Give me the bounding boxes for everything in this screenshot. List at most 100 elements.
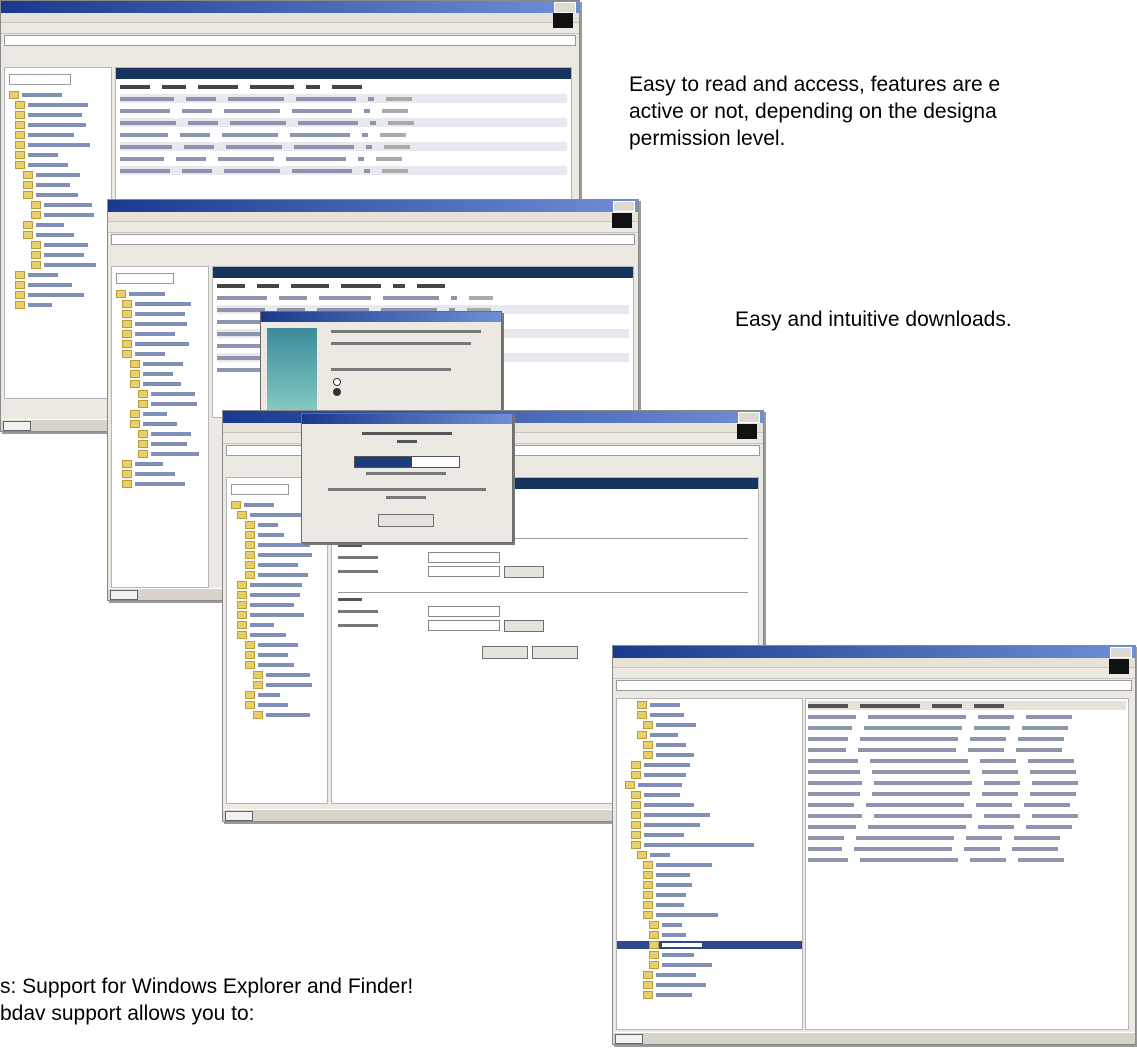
start-button[interactable] [3, 421, 31, 431]
file-path-field[interactable] [428, 566, 500, 577]
table-row[interactable] [120, 106, 567, 115]
browse-button[interactable] [504, 620, 544, 632]
search-input[interactable] [116, 273, 174, 284]
menu-bar[interactable] [108, 212, 638, 222]
search-input[interactable] [9, 74, 71, 85]
folder-icon[interactable] [631, 841, 641, 849]
search-input[interactable] [231, 484, 289, 495]
folder-icon[interactable] [643, 971, 653, 979]
folder-icon[interactable] [237, 601, 247, 609]
folder-icon[interactable] [245, 661, 255, 669]
folder-icon[interactable] [23, 221, 33, 229]
folder-icon[interactable] [245, 571, 255, 579]
folder-icon[interactable] [643, 741, 653, 749]
list-item[interactable] [808, 800, 1126, 809]
folder-tree[interactable] [4, 67, 112, 399]
table-row[interactable] [120, 142, 567, 151]
description-field[interactable] [428, 606, 500, 617]
folder-icon[interactable] [15, 111, 25, 119]
folder-icon[interactable] [631, 771, 641, 779]
folder-icon[interactable] [15, 141, 25, 149]
folder-icon[interactable] [15, 301, 25, 309]
nav-bar[interactable] [116, 68, 571, 79]
upload-files-button[interactable] [482, 646, 528, 659]
radio-save[interactable] [333, 388, 341, 396]
explorer-file-list[interactable] [805, 698, 1129, 1030]
folder-icon[interactable] [23, 191, 33, 199]
folder-icon[interactable] [649, 961, 659, 969]
list-item[interactable] [808, 855, 1126, 864]
folder-icon[interactable] [138, 450, 148, 458]
folder-icon[interactable] [237, 621, 247, 629]
folder-icon[interactable] [631, 761, 641, 769]
list-item[interactable] [808, 767, 1126, 776]
table-row[interactable] [120, 118, 567, 127]
folder-icon[interactable] [649, 951, 659, 959]
folder-icon[interactable] [122, 320, 132, 328]
upload-progress-dialog[interactable] [301, 413, 513, 543]
folder-icon[interactable] [245, 561, 255, 569]
window-controls[interactable] [613, 201, 635, 212]
folder-icon[interactable] [245, 541, 255, 549]
folder-icon[interactable] [15, 121, 25, 129]
folder-icon[interactable] [15, 271, 25, 279]
folder-icon[interactable] [130, 420, 140, 428]
folder-icon[interactable] [253, 681, 263, 689]
explorer-folder-tree[interactable] [616, 698, 803, 1030]
folder-icon[interactable] [138, 430, 148, 438]
folder-icon[interactable] [253, 711, 263, 719]
list-item[interactable] [808, 822, 1126, 831]
folder-icon[interactable] [253, 671, 263, 679]
folder-icon[interactable] [23, 181, 33, 189]
folder-icon[interactable] [122, 470, 132, 478]
start-button[interactable] [615, 1034, 643, 1044]
browse-button[interactable] [504, 566, 544, 578]
folder-icon[interactable] [649, 921, 659, 929]
folder-icon[interactable] [643, 871, 653, 879]
folder-icon[interactable] [23, 231, 33, 239]
folder-icon[interactable] [122, 350, 132, 358]
folder-icon[interactable] [15, 281, 25, 289]
table-row[interactable] [120, 166, 567, 175]
window-controls[interactable] [1110, 647, 1132, 658]
folder-icon[interactable] [631, 831, 641, 839]
cancel-upload-dialog-button[interactable] [378, 514, 434, 527]
nav-bar[interactable] [213, 267, 633, 278]
folder-icon[interactable] [122, 460, 132, 468]
address-bar[interactable] [4, 35, 576, 46]
folder-icon[interactable] [15, 101, 25, 109]
folder-icon[interactable] [649, 931, 659, 939]
list-item[interactable] [808, 789, 1126, 798]
folder-icon[interactable] [237, 511, 247, 519]
table-row[interactable] [120, 130, 567, 139]
folder-icon[interactable] [122, 480, 132, 488]
toolbar[interactable] [1, 23, 579, 34]
folder-icon[interactable] [643, 891, 653, 899]
list-item[interactable] [808, 734, 1126, 743]
folder-icon[interactable] [122, 310, 132, 318]
folder-icon[interactable] [130, 380, 140, 388]
folder-icon[interactable] [245, 531, 255, 539]
folder-icon[interactable] [237, 611, 247, 619]
folder-icon[interactable] [631, 801, 641, 809]
folder-icon[interactable] [138, 390, 148, 398]
folder-icon[interactable] [122, 330, 132, 338]
folder-icon[interactable] [9, 91, 19, 99]
folder-icon[interactable] [130, 360, 140, 368]
radio-open[interactable] [333, 378, 341, 386]
table-row[interactable] [120, 154, 567, 163]
window-controls[interactable] [554, 2, 576, 13]
folder-icon[interactable] [643, 981, 653, 989]
folder-icon[interactable] [231, 501, 241, 509]
folder-icon[interactable] [31, 241, 41, 249]
folder-icon[interactable] [245, 551, 255, 559]
folder-icon[interactable] [637, 731, 647, 739]
cancel-upload-button[interactable] [532, 646, 578, 659]
folder-icon[interactable] [637, 711, 647, 719]
folder-icon[interactable] [15, 131, 25, 139]
folder-icon[interactable] [643, 991, 653, 999]
folder-icon[interactable] [237, 581, 247, 589]
list-item[interactable] [808, 756, 1126, 765]
folder-icon[interactable] [245, 521, 255, 529]
folder-icon[interactable] [237, 631, 247, 639]
